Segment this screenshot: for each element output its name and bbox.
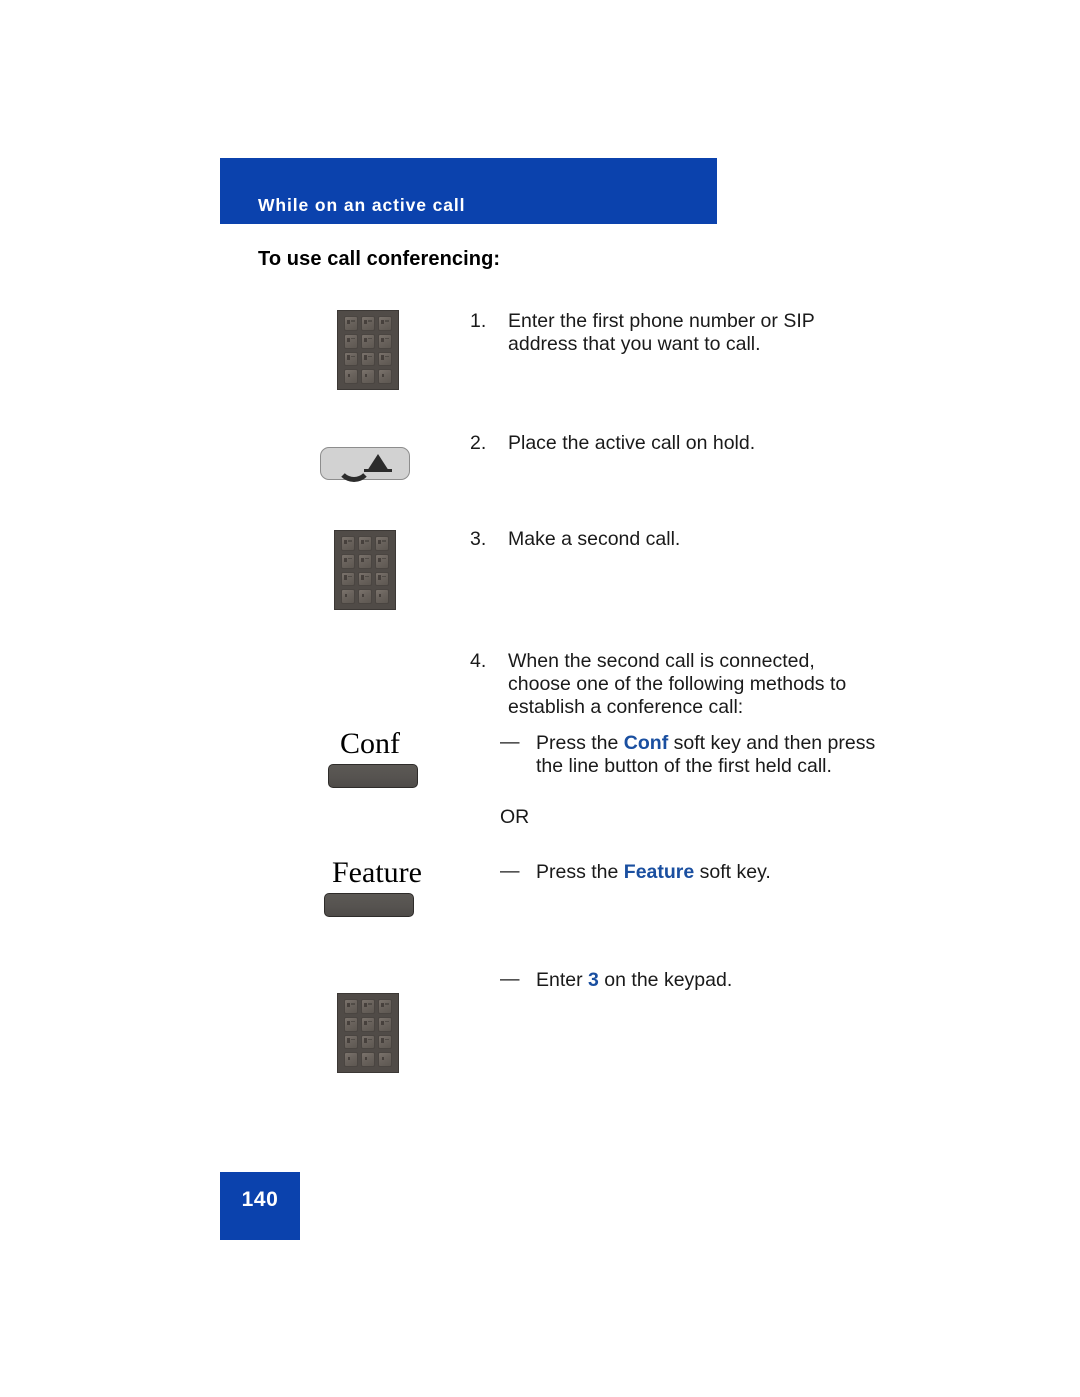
document-page: While on an active call To use call conf…: [0, 0, 1080, 1397]
keypad-key: [358, 536, 372, 551]
keypad-key: [378, 1016, 392, 1032]
hold-handset-base-shape: [364, 468, 392, 472]
substep-suffix: on the keypad.: [598, 969, 733, 991]
keypad-key: [344, 333, 358, 349]
substep-dash: —: [500, 968, 520, 990]
keypad-key: [358, 571, 372, 587]
substep-prefix: Press the: [536, 732, 624, 754]
substep-dash: —: [500, 731, 520, 753]
substep-text: Press the Feature soft key.: [536, 861, 880, 884]
keypad-key: [361, 1052, 375, 1067]
or-separator: OR: [500, 806, 530, 828]
keypad-key: [375, 571, 389, 587]
substep-key-name: Feature: [623, 861, 695, 883]
keypad-key: [361, 369, 375, 384]
substep-item: — Press the Feature soft key.: [500, 860, 880, 884]
step-item: 4. When the second call is connected, ch…: [470, 650, 870, 719]
keypad-key: [344, 1016, 358, 1032]
keypad-key: [375, 589, 389, 604]
page-title: To use call conferencing:: [258, 248, 501, 270]
keypad-key: [344, 1034, 358, 1050]
substep-item: — Press the Conf soft key and then press…: [500, 731, 880, 778]
step-number: 2.: [470, 432, 487, 454]
keypad-key: [378, 333, 392, 349]
keypad-key: [344, 316, 358, 331]
substep-text: Press the Conf soft key and then press t…: [536, 732, 880, 778]
keypad-key: [344, 1052, 358, 1067]
feature-soft-key-label: Feature: [332, 856, 422, 889]
substep-item: — Enter 3 on the keypad.: [500, 968, 880, 992]
keypad-key: [358, 553, 372, 569]
step-number: 3.: [470, 528, 487, 550]
substep-suffix: soft key.: [694, 861, 771, 883]
step-text: Place the active call on hold.: [508, 432, 756, 454]
keypad-key: [358, 589, 372, 604]
keypad-key: [361, 1016, 375, 1032]
keypad-key: [378, 351, 392, 367]
keypad-key: [341, 589, 355, 604]
keypad-key: [341, 536, 355, 551]
keypad-icon: [337, 310, 399, 390]
substep-key-name: 3: [588, 969, 599, 991]
hold-button-icon: [320, 447, 410, 482]
keypad-icon: [337, 993, 399, 1073]
keypad-key: [344, 999, 358, 1014]
conf-soft-key-label: Conf: [340, 727, 400, 760]
page-number-box: 140: [220, 1172, 300, 1240]
feature-soft-key-button: [324, 893, 414, 917]
step-number: 4.: [470, 650, 487, 672]
step-number: 1.: [470, 310, 487, 332]
keypad-key: [375, 536, 389, 551]
keypad-key: [344, 369, 358, 384]
step-item: 2. Place the active call on hold.: [470, 432, 870, 455]
substep-text: Enter 3 on the keypad.: [536, 969, 880, 992]
substep-prefix: Enter: [536, 969, 589, 991]
keypad-key: [341, 571, 355, 587]
step-text: Enter the first phone number or SIP addr…: [508, 310, 815, 355]
keypad-key: [361, 999, 375, 1014]
section-header-banner: While on an active call: [220, 158, 717, 224]
keypad-key: [344, 351, 358, 367]
substep-key-name: Conf: [623, 732, 669, 754]
keypad-key: [378, 999, 392, 1014]
keypad-key: [378, 369, 392, 384]
step-text: When the second call is connected, choos…: [508, 650, 847, 718]
keypad-icon: [334, 530, 396, 610]
step-text: Make a second call.: [508, 528, 681, 550]
conf-soft-key-button: [328, 764, 418, 788]
page-number: 140: [241, 1188, 279, 1211]
keypad-key: [378, 316, 392, 331]
substep-dash: —: [500, 860, 520, 882]
keypad-key: [361, 1034, 375, 1050]
keypad-key: [341, 553, 355, 569]
keypad-key: [361, 316, 375, 331]
keypad-key: [378, 1052, 392, 1067]
hold-icon: [334, 453, 396, 482]
keypad-key: [361, 351, 375, 367]
keypad-key: [361, 333, 375, 349]
step-item: 3. Make a second call.: [470, 528, 870, 551]
keypad-key: [375, 553, 389, 569]
step-item: 1. Enter the first phone number or SIP a…: [470, 310, 870, 356]
substep-prefix: Press the: [536, 861, 624, 883]
section-header-label: While on an active call: [258, 195, 466, 215]
keypad-key: [378, 1034, 392, 1050]
